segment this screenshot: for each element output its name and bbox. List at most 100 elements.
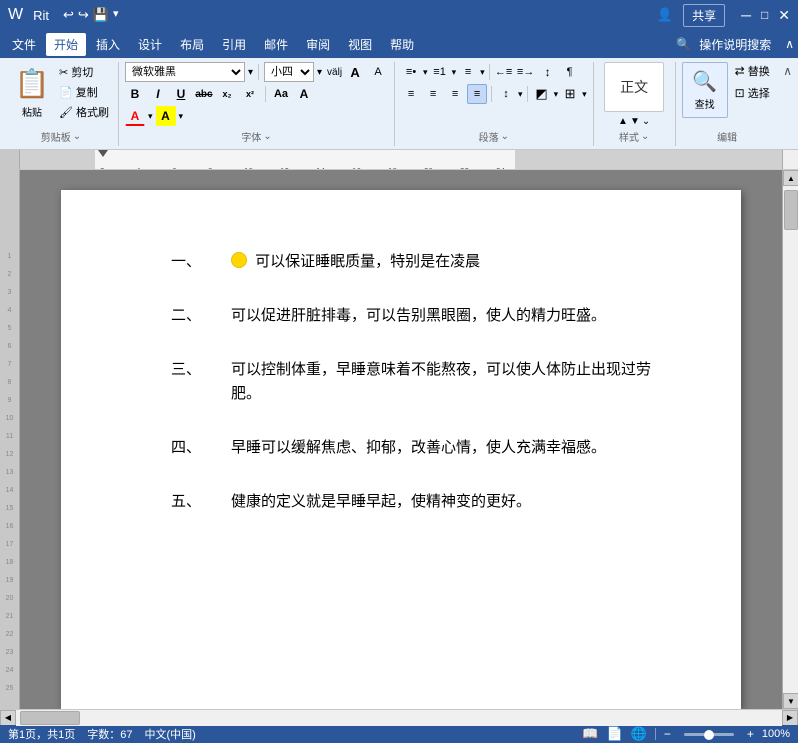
- clear-format-button[interactable]: A: [294, 84, 314, 104]
- window-close-button[interactable]: ✕: [778, 7, 790, 24]
- menu-item-home[interactable]: 开始: [46, 33, 86, 56]
- scrollbar-up-button[interactable]: ▲: [783, 170, 798, 186]
- menu-item-layout[interactable]: 布局: [172, 33, 212, 56]
- shading-button[interactable]: ◩: [532, 84, 552, 104]
- doc-scroll-area[interactable]: 一、 可以保证睡眠质量，特别是在凌晨 二、 可以促进肝脏排毒，可以告别黑眼圈，使…: [20, 170, 782, 709]
- underline-button[interactable]: U: [171, 84, 191, 104]
- subscript-button[interactable]: x₂: [217, 84, 237, 104]
- quick-save-icon[interactable]: 💾: [93, 7, 109, 23]
- ruler[interactable]: 2 4 6 8 10 12 14 16 18 20 22 24: [20, 150, 782, 169]
- numbering-button[interactable]: ≡1: [430, 62, 450, 82]
- paste-button[interactable]: 📋 粘贴: [10, 62, 54, 122]
- list-item[interactable]: 一、 可以保证睡眠质量，特别是在凌晨: [171, 250, 651, 274]
- window-maximize-button[interactable]: □: [761, 8, 768, 22]
- menu-item-design[interactable]: 设计: [130, 33, 170, 56]
- h-scrollbar-thumb[interactable]: [20, 711, 80, 725]
- page-view-icon[interactable]: 📄: [606, 726, 622, 742]
- paragraph-expand-icon[interactable]: ⌄: [501, 131, 509, 142]
- scrollbar-thumb[interactable]: [784, 190, 798, 230]
- font-name-select[interactable]: 微软雅黑: [125, 62, 245, 82]
- increase-indent-button[interactable]: ≡→: [516, 62, 536, 82]
- copy-button[interactable]: 📄 复制: [56, 83, 112, 101]
- list-content-2[interactable]: 可以促进肝脏排毒，可以告别黑眼圈，使人的精力旺盛。: [231, 304, 651, 328]
- font-size-select[interactable]: 小四: [264, 62, 314, 82]
- font-color-dropdown[interactable]: ▾: [148, 111, 153, 122]
- strikethrough-button[interactable]: abc: [194, 84, 214, 104]
- zoom-slider[interactable]: [679, 733, 739, 736]
- h-scroll-right-button[interactable]: ▶: [782, 710, 798, 726]
- list-item[interactable]: 四、 早睡可以缓解焦虑、抑郁，改善心情，使人充满幸福感。: [171, 436, 651, 460]
- styles-scroll-down[interactable]: ▼: [630, 116, 640, 127]
- list-item[interactable]: 二、 可以促进肝脏排毒，可以告别黑眼圈，使人的精力旺盛。: [171, 304, 651, 328]
- numbering-dropdown[interactable]: ▾: [452, 67, 457, 78]
- styles-scroll-up[interactable]: ▲: [618, 116, 628, 127]
- increase-font-button[interactable]: A: [345, 62, 365, 82]
- list-content-5[interactable]: 健康的定义就是早睡早起，使精神变的更好。: [231, 490, 651, 514]
- decrease-font-button[interactable]: A: [368, 62, 388, 82]
- menu-item-mailings[interactable]: 邮件: [256, 33, 296, 56]
- style-normal-box[interactable]: 正文: [604, 62, 664, 112]
- find-button[interactable]: 🔍 查找: [682, 62, 728, 118]
- menu-item-references[interactable]: 引用: [214, 33, 254, 56]
- h-scroll-left-button[interactable]: ◀: [0, 710, 16, 726]
- italic-button[interactable]: I: [148, 84, 168, 104]
- menu-item-insert[interactable]: 插入: [88, 33, 128, 56]
- shading-dropdown[interactable]: ▾: [554, 89, 559, 100]
- scrollbar-track[interactable]: [783, 186, 798, 693]
- ruler-indent-left-icon[interactable]: [98, 150, 108, 157]
- customize-icon[interactable]: ▾: [113, 7, 119, 23]
- font-color-button[interactable]: A: [125, 106, 145, 126]
- highlight-button[interactable]: A: [156, 106, 176, 126]
- decrease-indent-button[interactable]: ←≡: [494, 62, 514, 82]
- line-spacing-button[interactable]: ↕: [496, 84, 516, 104]
- clipboard-expand-icon[interactable]: ⌄: [73, 131, 81, 142]
- replace-button[interactable]: ⇄ 替换: [732, 62, 773, 80]
- zoom-out-button[interactable]: −: [664, 727, 671, 741]
- line-spacing-dropdown[interactable]: ▾: [518, 89, 523, 100]
- menu-item-view[interactable]: 视图: [340, 33, 380, 56]
- scrollbar-down-button[interactable]: ▼: [783, 693, 798, 709]
- window-minimize-button[interactable]: ─: [741, 7, 751, 23]
- web-view-icon[interactable]: 🌐: [631, 726, 647, 742]
- bold-button[interactable]: B: [125, 84, 145, 104]
- h-scrollbar-track[interactable]: [16, 710, 782, 726]
- styles-expand-icon[interactable]: ⌄: [641, 131, 649, 142]
- user-icon[interactable]: 👤: [657, 7, 673, 23]
- font-name-dropdown-icon[interactable]: ▾: [248, 67, 253, 78]
- align-right-button[interactable]: ≡: [445, 84, 465, 104]
- select-button[interactable]: ⊡ 选择: [732, 84, 773, 102]
- font-expand-icon[interactable]: ⌄: [263, 131, 271, 142]
- list-content-1[interactable]: 可以保证睡眠质量，特别是在凌晨: [231, 250, 651, 274]
- superscript-button[interactable]: x²: [240, 84, 260, 104]
- list-content-4[interactable]: 早睡可以缓解焦虑、抑郁，改善心情，使人充满幸福感。: [231, 436, 651, 460]
- align-left-button[interactable]: ≡: [401, 84, 421, 104]
- borders-button[interactable]: ⊞: [560, 84, 580, 104]
- menu-item-review[interactable]: 审阅: [298, 33, 338, 56]
- ribbon-collapse-btn[interactable]: ∧: [785, 37, 794, 51]
- bullets-dropdown[interactable]: ▾: [423, 67, 428, 78]
- search-label[interactable]: 操作说明搜索: [699, 36, 771, 53]
- sort-button[interactable]: ↕: [538, 62, 558, 82]
- highlight-dropdown[interactable]: ▾: [179, 111, 184, 122]
- menu-item-help[interactable]: 帮助: [382, 33, 422, 56]
- format-painter-button[interactable]: 🖌 格式刷: [56, 103, 112, 121]
- justify-button[interactable]: ≡: [467, 84, 487, 104]
- read-view-icon[interactable]: 📖: [582, 726, 598, 742]
- zoom-slider-thumb[interactable]: [704, 730, 714, 740]
- multilevel-dropdown[interactable]: ▾: [480, 67, 485, 78]
- undo-icon[interactable]: ↩: [63, 7, 74, 23]
- list-item[interactable]: 五、 健康的定义就是早睡早起，使精神变的更好。: [171, 490, 651, 514]
- share-button[interactable]: 共享: [683, 4, 725, 27]
- ribbon-arrow-up[interactable]: ∧: [783, 64, 792, 78]
- change-case-button[interactable]: Aa: [271, 84, 291, 104]
- list-item[interactable]: 三、 可以控制体重，早睡意味着不能熬夜，可以使人体防止出现过劳肥。: [171, 358, 651, 406]
- zoom-level[interactable]: 100%: [762, 728, 790, 740]
- bullets-button[interactable]: ≡•: [401, 62, 421, 82]
- borders-dropdown[interactable]: ▾: [582, 89, 587, 100]
- multilevel-button[interactable]: ≡: [458, 62, 478, 82]
- redo-icon[interactable]: ↪: [78, 7, 89, 23]
- list-content-3[interactable]: 可以控制体重，早睡意味着不能熬夜，可以使人体防止出现过劳肥。: [231, 358, 651, 406]
- cut-button[interactable]: ✂ 剪切: [56, 63, 112, 81]
- font-size-dropdown-icon[interactable]: ▾: [317, 67, 322, 78]
- menu-item-file[interactable]: 文件: [4, 33, 44, 56]
